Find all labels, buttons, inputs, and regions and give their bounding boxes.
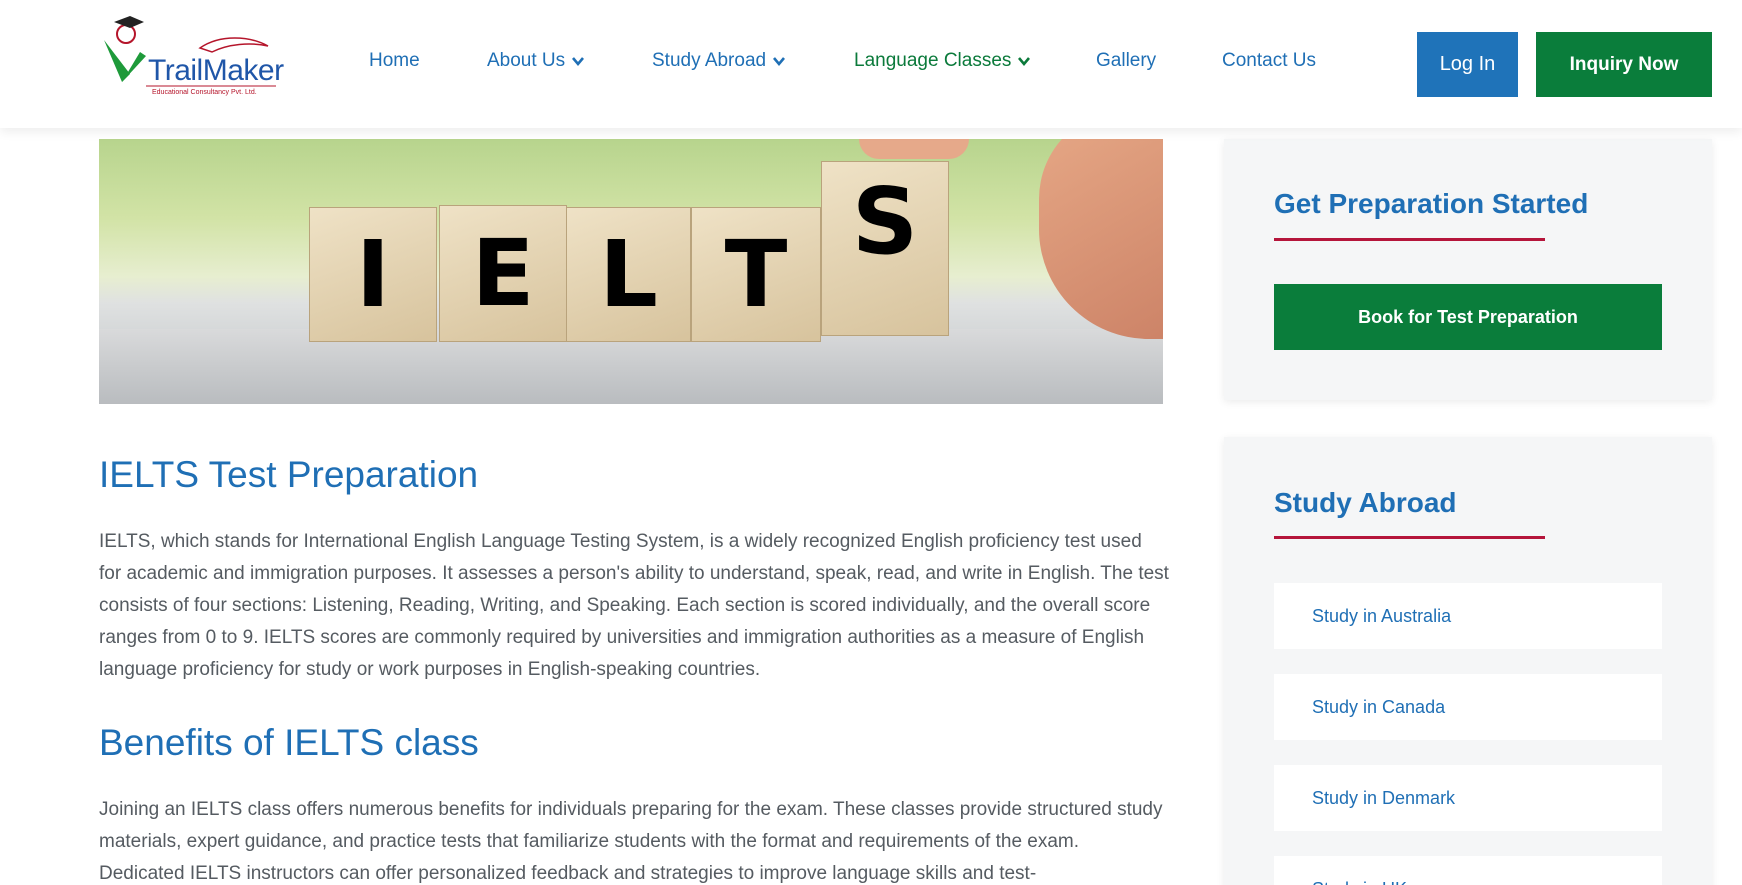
study-abroad-divider xyxy=(1274,536,1545,539)
sidebar-link-study-uk[interactable]: Study in UK xyxy=(1274,856,1662,885)
inquiry-now-button[interactable]: Inquiry Now xyxy=(1536,32,1712,97)
nav-language-classes-label: Language Classes xyxy=(854,50,1012,71)
hero-finger-top xyxy=(859,139,969,159)
prep-card-title: Get Preparation Started xyxy=(1274,188,1589,219)
site-header: TrailMaker Educational Consultancy Pvt. … xyxy=(0,0,1742,128)
nav-language-classes[interactable]: Language Classes xyxy=(854,50,1031,72)
nav-contact-us-label: Contact Us xyxy=(1222,50,1316,71)
sidebar-link-study-australia[interactable]: Study in Australia xyxy=(1274,583,1662,649)
login-button[interactable]: Log In xyxy=(1417,32,1518,97)
nav-home-label: Home xyxy=(369,50,420,71)
hero-cube-e: E xyxy=(439,205,567,342)
study-abroad-title: Study Abroad xyxy=(1274,487,1457,518)
hero-cube-s: S xyxy=(821,161,949,336)
nav-contact-us[interactable]: Contact Us xyxy=(1222,50,1316,72)
nav-gallery[interactable]: Gallery xyxy=(1096,50,1156,72)
hero-image: I E L T S xyxy=(99,139,1163,404)
hero-cube-l: L xyxy=(566,207,691,342)
hero-cube-i: I xyxy=(309,207,437,342)
nav-home[interactable]: Home xyxy=(369,50,420,72)
chevron-down-icon xyxy=(773,57,786,67)
hero-cube-t: T xyxy=(691,207,821,342)
nav-about-us[interactable]: About Us xyxy=(487,50,585,72)
prep-card: Get Preparation Started Book for Test Pr… xyxy=(1224,139,1712,400)
chevron-down-icon xyxy=(572,57,585,67)
logo-text: TrailMaker xyxy=(148,54,284,87)
study-abroad-card: Study Abroad Study in Australia Study in… xyxy=(1224,437,1712,885)
benefits-paragraph: Joining an IELTS class offers numerous b… xyxy=(99,799,1163,884)
sidebar-link-study-canada[interactable]: Study in Canada xyxy=(1274,674,1662,740)
book-test-preparation-button[interactable]: Book for Test Preparation xyxy=(1274,284,1662,350)
logo-subtext: Educational Consultancy Pvt. Ltd. xyxy=(152,89,257,96)
site-logo[interactable]: TrailMaker Educational Consultancy Pvt. … xyxy=(100,12,300,102)
prep-card-divider xyxy=(1274,238,1545,241)
nav-gallery-label: Gallery xyxy=(1096,50,1157,71)
hero-hand xyxy=(1039,139,1163,339)
benefits-heading: Benefits of IELTS class xyxy=(99,722,479,763)
sidebar-link-study-denmark[interactable]: Study in Denmark xyxy=(1274,765,1662,831)
page-title: IELTS Test Preparation xyxy=(99,454,479,495)
intro-paragraph: IELTS, which stands for International En… xyxy=(99,531,1169,680)
nav-study-abroad-label: Study Abroad xyxy=(652,50,767,71)
chevron-down-icon xyxy=(1018,57,1031,67)
nav-about-us-label: About Us xyxy=(487,50,566,71)
nav-study-abroad[interactable]: Study Abroad xyxy=(652,50,786,72)
